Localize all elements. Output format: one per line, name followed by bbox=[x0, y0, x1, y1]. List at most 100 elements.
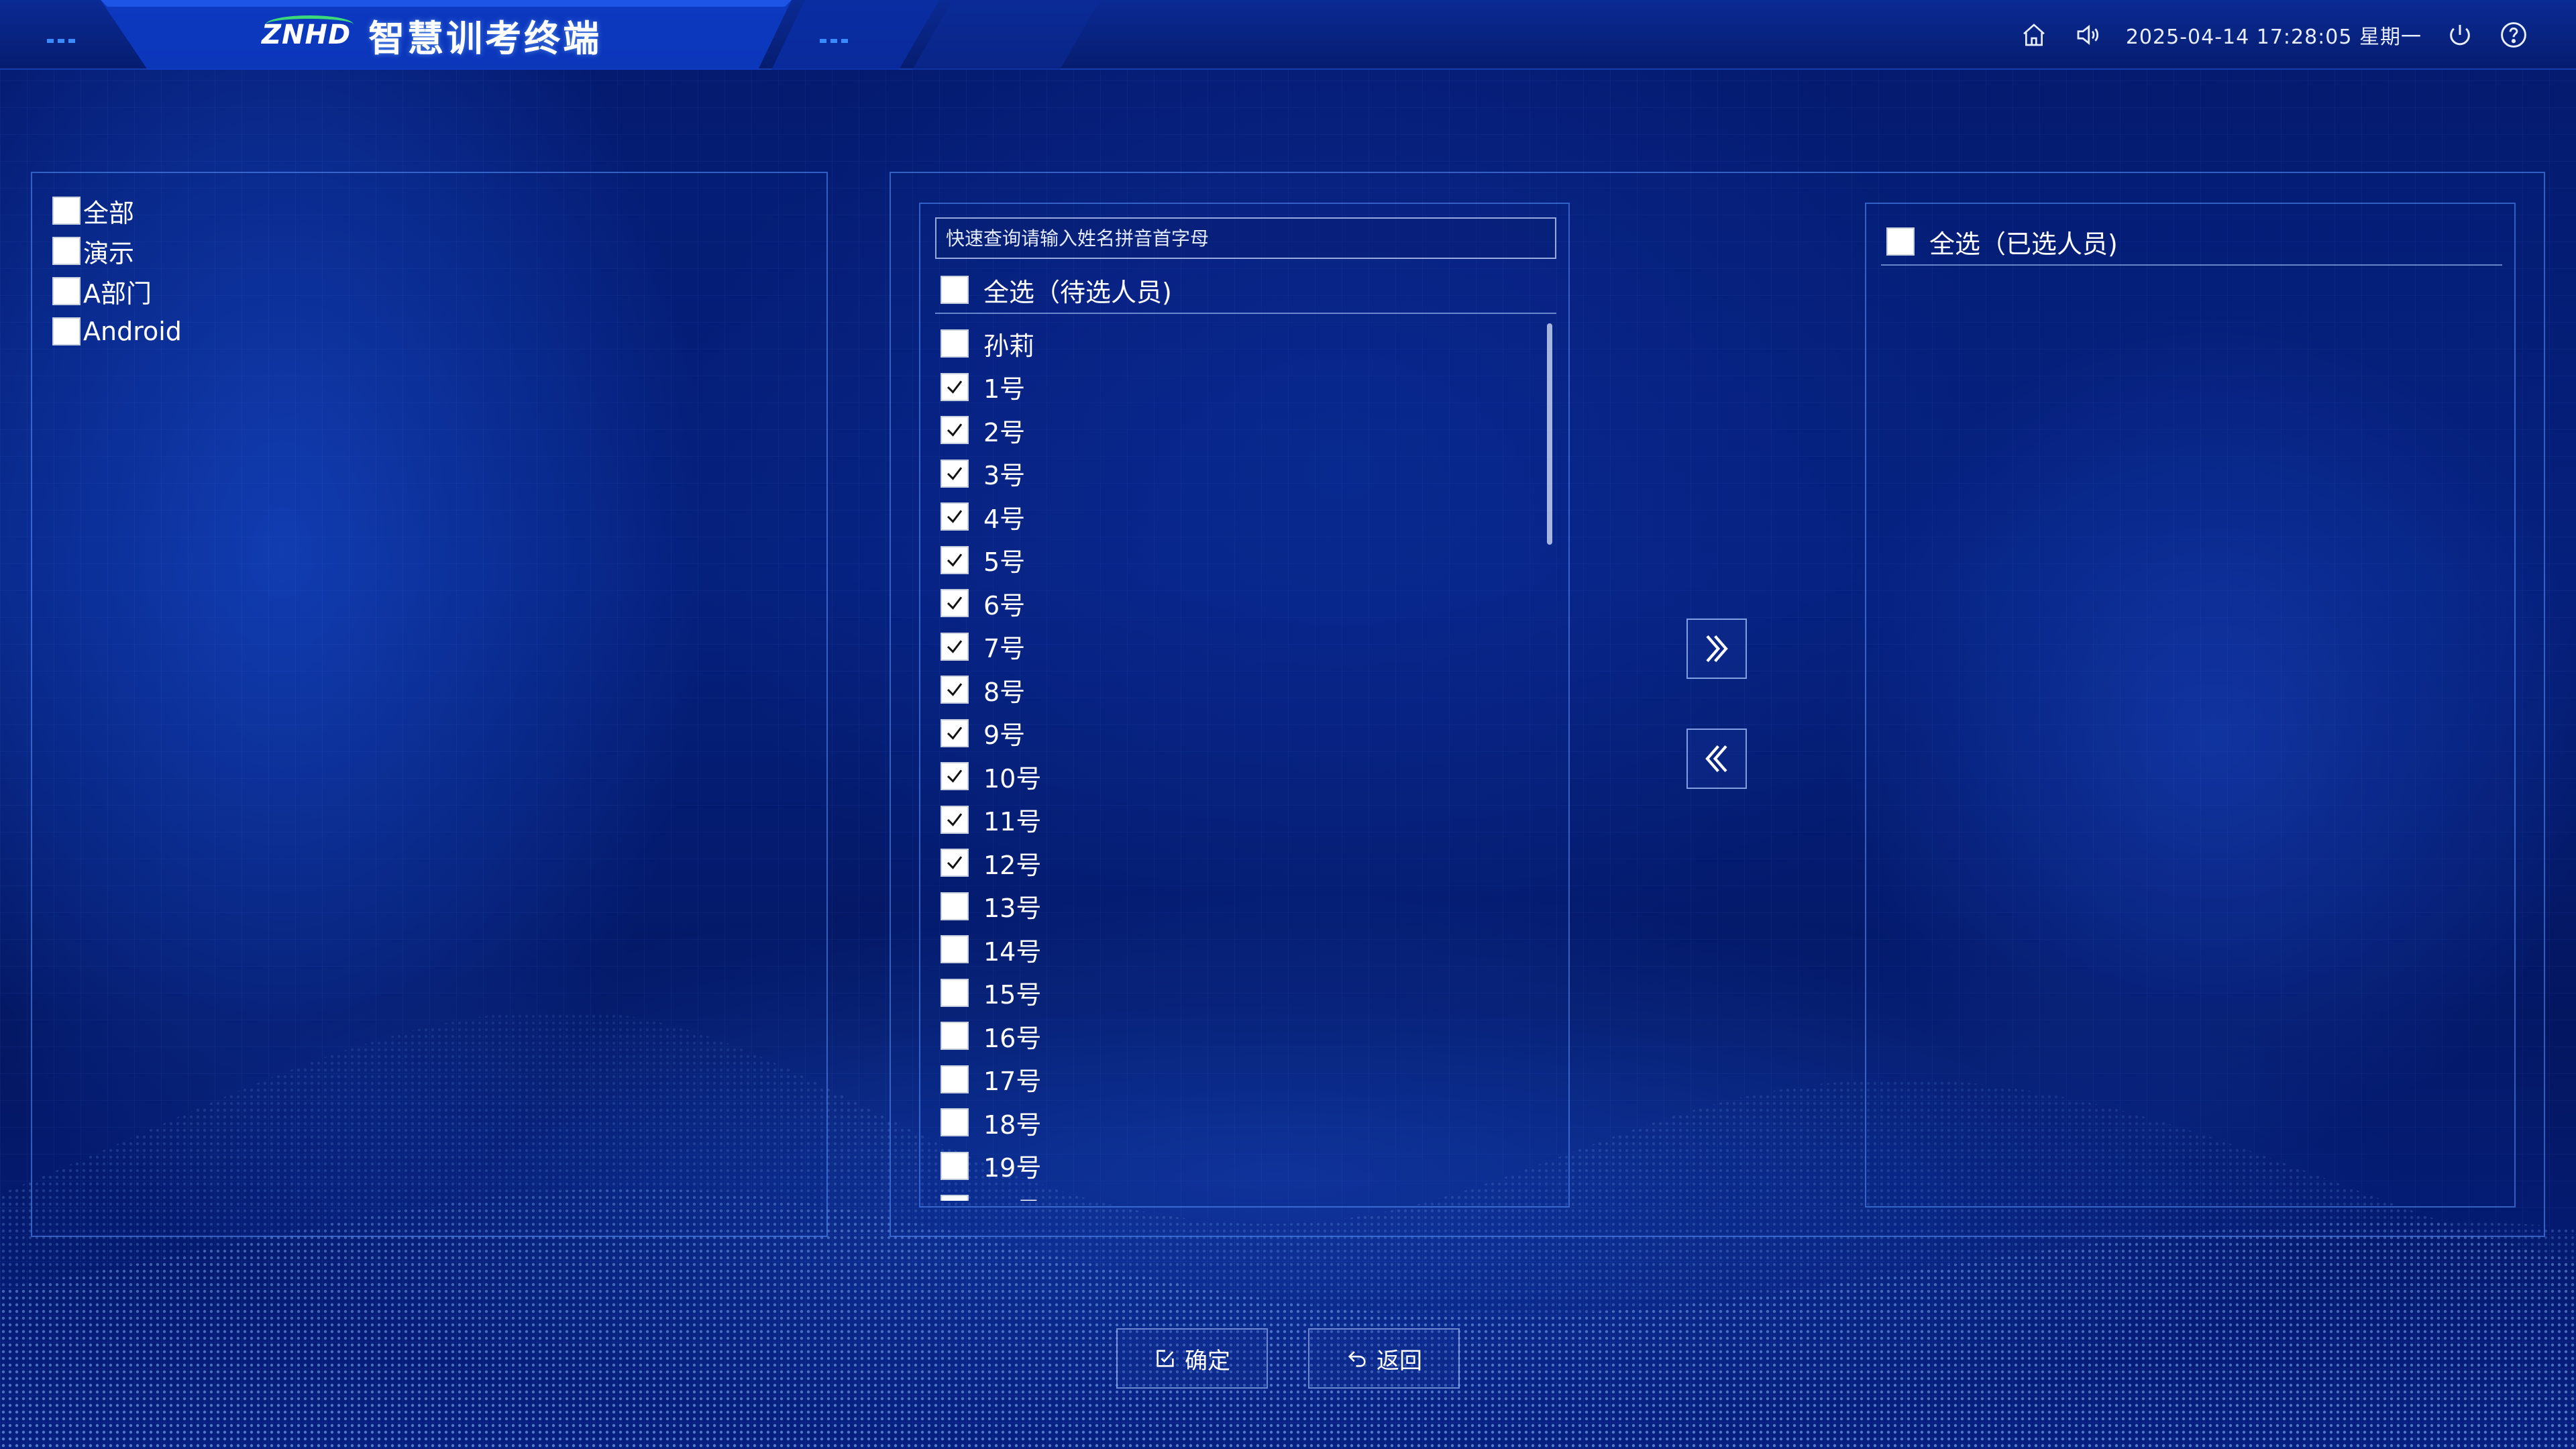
header-toolbar: 2025-04-14 17:28:05 星期一 bbox=[2019, 17, 2529, 52]
confirm-button[interactable]: 确定 bbox=[1116, 1328, 1268, 1389]
person-item[interactable]: 16号 bbox=[941, 1014, 1531, 1058]
brand: ZNHD 智慧训考终端 bbox=[262, 8, 602, 62]
pending-persons-panel: 全选（待选人员) 孙莉 1号 2号 3号 4号 5号 6号 7号 8号 9号 10号 11号 12号 13… bbox=[919, 203, 1570, 1208]
app-title: 智慧训考终端 bbox=[368, 17, 602, 60]
person-name: 13号 bbox=[983, 894, 1042, 924]
select-all-pending-checkbox[interactable] bbox=[941, 276, 969, 304]
person-checkbox[interactable] bbox=[941, 676, 969, 704]
person-name: 11号 bbox=[983, 807, 1042, 837]
person-item[interactable]: 2号 bbox=[941, 409, 1531, 452]
person-item[interactable]: 3号 bbox=[941, 452, 1531, 496]
person-item[interactable]: 17号 bbox=[941, 1058, 1531, 1102]
selected-persons-panel: 全选（已选人员) bbox=[1865, 203, 2516, 1208]
person-checkbox[interactable] bbox=[941, 502, 969, 531]
person-item[interactable]: 15号 bbox=[941, 971, 1531, 1015]
datetime-display: 2025-04-14 17:28:05 星期一 bbox=[2125, 25, 2422, 49]
person-name: 6号 bbox=[983, 590, 1026, 621]
znhd-logo: ZNHD bbox=[262, 15, 354, 50]
person-checkbox[interactable] bbox=[941, 589, 969, 618]
volume-icon[interactable] bbox=[2072, 19, 2103, 50]
person-item[interactable]: 7号 bbox=[941, 625, 1531, 669]
department-list: 全部演示 A部门 Android bbox=[52, 191, 182, 352]
person-name: 16号 bbox=[983, 1023, 1042, 1053]
person-checkbox[interactable] bbox=[941, 1195, 969, 1201]
person-checkbox[interactable] bbox=[941, 372, 969, 401]
person-item[interactable]: 10号 bbox=[941, 755, 1531, 798]
top-header-bar: ZNHD 智慧训考终端 2025-04-14 17:28:05 星期一 bbox=[0, 0, 2576, 70]
person-checkbox[interactable] bbox=[941, 805, 969, 834]
edit-check-icon bbox=[1157, 1350, 1174, 1367]
department-checkbox[interactable] bbox=[52, 237, 80, 265]
person-name: 20号 bbox=[983, 1191, 1041, 1201]
person-item[interactable]: 14号 bbox=[941, 928, 1531, 971]
person-item[interactable]: 5号 bbox=[941, 539, 1531, 582]
back-button[interactable]: 返回 bbox=[1308, 1328, 1460, 1389]
person-name: 7号 bbox=[983, 634, 1026, 664]
person-name: 2号 bbox=[983, 417, 1026, 447]
person-checkbox[interactable] bbox=[941, 416, 969, 445]
person-name: 1号 bbox=[983, 374, 1026, 405]
search-input[interactable] bbox=[935, 217, 1556, 259]
person-item[interactable]: 孙莉 bbox=[941, 322, 1531, 366]
department-item[interactable]: A部门 bbox=[52, 271, 182, 311]
department-item[interactable]: 全部 bbox=[52, 191, 182, 231]
person-checkbox[interactable] bbox=[941, 1065, 969, 1093]
person-checkbox[interactable] bbox=[941, 545, 969, 574]
pending-divider bbox=[935, 313, 1556, 314]
person-item[interactable]: 12号 bbox=[941, 841, 1531, 885]
person-name: 5号 bbox=[983, 547, 1026, 578]
select-all-selected-label: 全选（已选人员) bbox=[1929, 229, 2118, 259]
move-right-button[interactable] bbox=[1686, 619, 1747, 679]
person-name: 孙莉 bbox=[983, 331, 1035, 361]
person-name: 3号 bbox=[983, 461, 1026, 491]
pending-person-list: 孙莉 1号 2号 3号 4号 5号 6号 7号 8号 9号 10号 11号 12号 13号 14号 15号 16… bbox=[941, 322, 1531, 1201]
department-item[interactable]: 演示 bbox=[52, 231, 182, 271]
person-item[interactable]: 8号 bbox=[941, 668, 1531, 712]
select-all-pending[interactable]: 全选（待选人员) bbox=[941, 268, 1172, 311]
person-name: 4号 bbox=[983, 504, 1026, 534]
pending-list-scrollbar[interactable] bbox=[1547, 323, 1552, 545]
department-checkbox[interactable] bbox=[52, 277, 80, 305]
department-checkbox[interactable] bbox=[52, 317, 80, 345]
person-item[interactable]: 11号 bbox=[941, 798, 1531, 842]
person-item[interactable]: 13号 bbox=[941, 885, 1531, 928]
person-name: 14号 bbox=[983, 936, 1042, 967]
person-checkbox[interactable] bbox=[941, 329, 969, 358]
person-item[interactable]: 19号 bbox=[941, 1144, 1531, 1188]
department-label: A部门 bbox=[83, 278, 152, 309]
select-all-selected-checkbox[interactable] bbox=[1886, 227, 1915, 256]
person-checkbox[interactable] bbox=[941, 718, 969, 747]
department-checkbox[interactable] bbox=[52, 197, 80, 225]
move-left-button[interactable] bbox=[1686, 729, 1747, 789]
person-checkbox[interactable] bbox=[941, 1151, 969, 1180]
person-checkbox[interactable] bbox=[941, 1022, 969, 1051]
power-icon[interactable] bbox=[2445, 19, 2475, 50]
person-item[interactable]: 4号 bbox=[941, 495, 1531, 539]
home-icon[interactable] bbox=[2019, 19, 2049, 50]
app-root: ZNHD 智慧训考终端 2025-04-14 17:28:05 星期一 全部演示… bbox=[0, 0, 2576, 1449]
person-item[interactable]: 6号 bbox=[941, 582, 1531, 625]
person-checkbox[interactable] bbox=[941, 459, 969, 488]
select-all-selected[interactable]: 全选（已选人员) bbox=[1886, 220, 2118, 263]
person-checkbox[interactable] bbox=[941, 978, 969, 1007]
person-checkbox[interactable] bbox=[941, 892, 969, 920]
person-name: 8号 bbox=[983, 677, 1026, 707]
person-name: 19号 bbox=[983, 1153, 1042, 1183]
person-item[interactable]: 20号 bbox=[941, 1187, 1531, 1201]
person-item[interactable]: 9号 bbox=[941, 712, 1531, 755]
person-name: 9号 bbox=[983, 720, 1026, 751]
person-checkbox[interactable] bbox=[941, 632, 969, 661]
department-item[interactable]: Android bbox=[52, 311, 182, 352]
person-item[interactable]: 18号 bbox=[941, 1101, 1531, 1144]
confirm-label: 确定 bbox=[1185, 1347, 1230, 1375]
person-checkbox[interactable] bbox=[941, 849, 969, 877]
person-name: 15号 bbox=[983, 980, 1042, 1010]
help-icon[interactable] bbox=[2498, 19, 2529, 50]
person-checkbox[interactable] bbox=[941, 935, 969, 964]
person-name: 12号 bbox=[983, 850, 1042, 880]
double-chevron-right-icon bbox=[1706, 635, 1728, 663]
person-checkbox[interactable] bbox=[941, 762, 969, 791]
person-item[interactable]: 1号 bbox=[941, 366, 1531, 409]
department-label: 演示 bbox=[83, 238, 135, 268]
person-checkbox[interactable] bbox=[941, 1108, 969, 1137]
